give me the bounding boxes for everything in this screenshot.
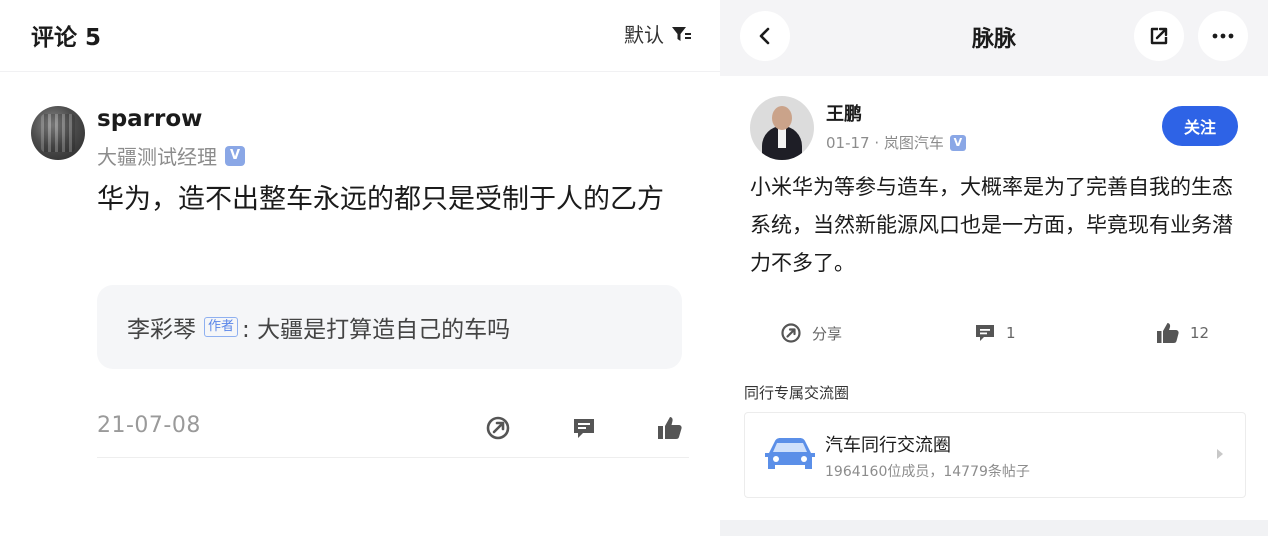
car-icon <box>765 438 815 469</box>
reply-text: : 大疆是打算造自己的车吗 <box>242 317 511 343</box>
divider <box>97 457 689 458</box>
circle-name: 汽车同行交流圈 <box>825 435 951 456</box>
share-label: 分享 <box>812 324 843 343</box>
chevron-right-icon <box>1217 449 1223 459</box>
app-header: 脉脉 <box>720 0 1268 76</box>
filter-icon <box>672 26 691 41</box>
comment-user-role: 大疆测试经理 V <box>97 141 245 170</box>
more-button[interactable] <box>1198 11 1248 61</box>
post-text: 小米华为等参与造车，大概率是为了完善自我的生态系统，当然新能源风口也是一方面，毕… <box>750 175 1233 275</box>
follow-button[interactable]: 关注 <box>1162 106 1238 146</box>
circle-section-title: 同行专属交流圈 <box>744 384 850 402</box>
reply-author-name: 李彩琴 <box>127 317 196 343</box>
author-tag: 作者 <box>204 317 239 337</box>
more-icon <box>1212 33 1234 39</box>
comment-text: 华为，造不出整车永远的都只是受制于人的乙方 <box>97 184 664 215</box>
post-meta: 01-17 · 岚图汽车 V <box>826 132 966 153</box>
avatar[interactable] <box>31 106 85 160</box>
share-icon[interactable] <box>484 414 512 442</box>
like-icon <box>1157 323 1179 343</box>
circle-stats: 1964160位成员，14779条帖子 <box>825 464 1030 480</box>
like-icon[interactable] <box>656 414 684 442</box>
comment-count: 1 <box>1006 324 1016 342</box>
comment-icon[interactable] <box>570 414 598 442</box>
comment-date: 21-07-08 <box>97 413 201 438</box>
sort-label: 默认 <box>624 23 664 47</box>
comment-icon <box>976 325 994 341</box>
share-icon <box>781 323 801 343</box>
post-username[interactable]: 王鹏 <box>826 100 862 126</box>
comments-panel: 评论 5 默认 sparrow 大疆测试经理 V 华为，造不出整车永远的都只是受… <box>0 0 720 536</box>
role-text: 大疆测试经理 <box>97 145 217 169</box>
sort-button[interactable]: 默认 <box>624 19 692 48</box>
comment-action[interactable]: 1 <box>974 322 1016 344</box>
comments-header: 评论 5 默认 <box>0 0 720 72</box>
external-link-icon <box>1150 27 1168 45</box>
like-count: 12 <box>1190 324 1210 342</box>
verified-badge-icon: V <box>949 134 966 151</box>
bottom-divider <box>720 520 1268 536</box>
share-external-button[interactable] <box>1134 11 1184 61</box>
comment-username[interactable]: sparrow <box>97 106 202 132</box>
comments-title: 评论 5 <box>31 25 102 51</box>
share-action[interactable]: 分享 <box>780 322 842 344</box>
avatar[interactable] <box>750 96 814 160</box>
circle-card[interactable]: 汽车同行交流圈 1964160位成员，14779条帖子 <box>744 412 1246 498</box>
post-meta-text: 01-17 · 岚图汽车 <box>826 134 944 152</box>
app-title: 脉脉 <box>971 27 1016 52</box>
like-action[interactable]: 12 <box>1156 322 1209 344</box>
verified-badge-icon: V <box>225 145 245 166</box>
maimai-panel: 脉脉 王鹏 01-17 · 岚图汽车 V 关注 小米华为等参与造车，大概率是为了… <box>720 0 1268 536</box>
reply-preview[interactable]: 李彩琴 作者 : 大疆是打算造自己的车吗 <box>97 285 682 369</box>
